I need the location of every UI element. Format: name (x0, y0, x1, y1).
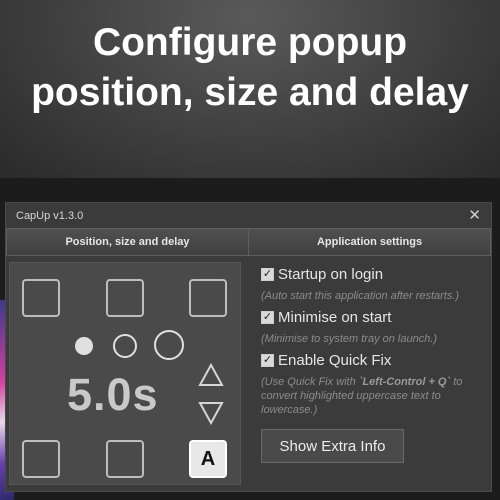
triangle-down-icon[interactable] (198, 401, 224, 425)
startup-on-login-label: Startup on login (278, 266, 384, 283)
size-medium-radio[interactable] (113, 334, 137, 358)
position-bottom-left-button[interactable] (22, 440, 60, 478)
delay-value: 5.0s (67, 369, 159, 420)
promo-headline: Configure popup position, size and delay (0, 18, 500, 118)
tab-application-settings[interactable]: Application settings (249, 228, 491, 256)
check-icon: ✓ (261, 268, 274, 281)
quick-fix-hint: (Use Quick Fix with `Left-Control + Q` t… (261, 375, 481, 417)
minimise-on-start-checkbox[interactable]: ✓ Minimise on start (261, 309, 481, 326)
tab-position-size-delay[interactable]: Position, size and delay (6, 228, 249, 256)
enable-quick-fix-label: Enable Quick Fix (278, 352, 392, 369)
tab-bar: Position, size and delay Application set… (6, 228, 491, 256)
capup-window: CapUp v1.3.0 ✕ Position, size and delay … (5, 202, 492, 492)
show-extra-info-button[interactable]: Show Extra Info (261, 429, 404, 463)
startup-on-login-checkbox[interactable]: ✓ Startup on login (261, 266, 481, 283)
position-top-left-button[interactable] (22, 279, 60, 317)
size-small-radio[interactable] (75, 337, 93, 355)
position-bottom-right-button[interactable]: A (189, 440, 227, 478)
minimise-hint: (Minimise to system tray on launch.) (261, 333, 438, 345)
window-title: CapUp v1.3.0 (16, 209, 84, 222)
position-panel: 5.0s A (9, 262, 241, 485)
tab-content: 5.0s A ✓ Startup on login (Auto start th… (6, 256, 491, 491)
enable-quick-fix-checkbox[interactable]: ✓ Enable Quick Fix (261, 352, 481, 369)
headline-line-2: position, size and delay (31, 71, 469, 114)
position-top-center-button[interactable] (106, 279, 144, 317)
settings-panel: ✓ Startup on login (Auto start this appl… (241, 256, 491, 491)
size-large-radio[interactable] (154, 330, 184, 360)
check-icon: ✓ (261, 311, 274, 324)
startup-hint: (Auto start this application after resta… (261, 290, 460, 302)
check-icon: ✓ (261, 354, 274, 367)
quick-fix-hint-pre: (Use Quick Fix with (261, 376, 359, 388)
window-titlebar: CapUp v1.3.0 ✕ (6, 203, 491, 228)
triangle-up-icon[interactable] (198, 363, 224, 387)
position-top-right-button[interactable] (189, 279, 227, 317)
position-bottom-center-button[interactable] (106, 440, 144, 478)
quick-fix-shortcut: `Left-Control + Q` (358, 376, 451, 388)
minimise-on-start-label: Minimise on start (278, 309, 392, 326)
headline-line-1: Configure popup (92, 21, 408, 64)
close-icon[interactable]: ✕ (468, 208, 481, 223)
